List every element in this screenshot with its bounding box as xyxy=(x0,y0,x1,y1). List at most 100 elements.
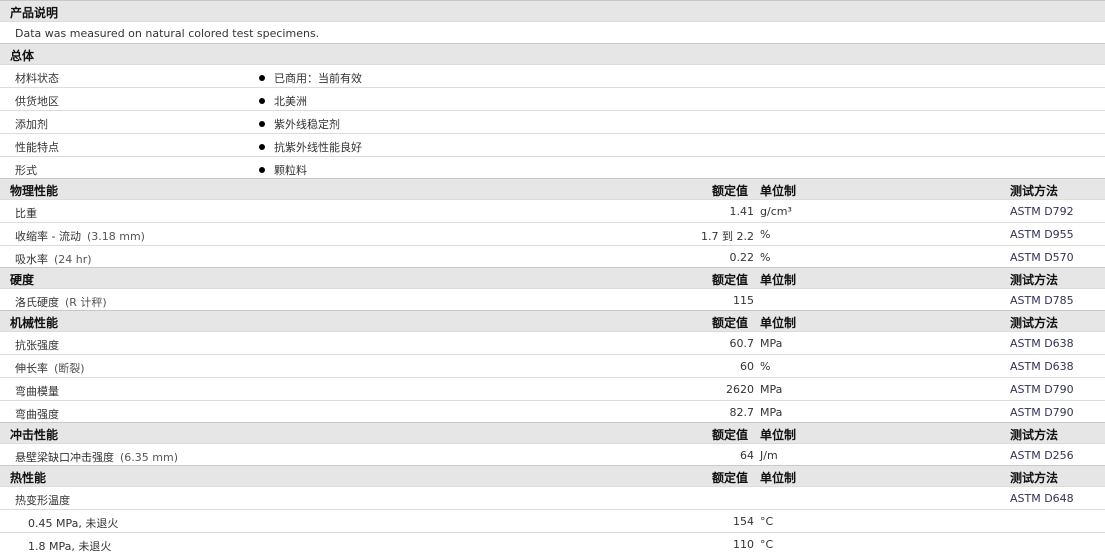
property-label: 热变形温度 xyxy=(15,494,70,507)
nominal-column-header: 额定值 xyxy=(712,316,749,330)
test-method: ASTM D790 xyxy=(1010,383,1074,396)
property-label: 抗张强度 xyxy=(15,339,59,352)
property-row: 热变形温度 ASTM D648 xyxy=(0,486,1105,509)
bullet-icon xyxy=(259,167,265,173)
section-title: 总体 xyxy=(10,49,35,63)
unit-value: % xyxy=(760,360,771,373)
property-row: 1.8 MPa, 未退火 110 °C xyxy=(0,532,1105,554)
unit-value: % xyxy=(760,251,771,264)
nominal-value: 110 xyxy=(733,538,754,551)
test-condition: (6.35 mm) xyxy=(120,451,179,464)
unit-value: MPa xyxy=(760,406,783,419)
property-label: 收缩率 - 流动 (3.18 mm) xyxy=(15,230,145,243)
property-value: 北美洲 xyxy=(259,93,307,109)
nominal-value: 60 xyxy=(740,360,754,373)
property-label: 形式 xyxy=(15,164,37,177)
unit-column-header: 单位制 xyxy=(760,428,797,442)
property-label: 性能特点 xyxy=(15,141,59,154)
nominal-value: 60.7 xyxy=(729,337,755,350)
bullet-icon xyxy=(259,121,265,127)
property-row: 吸水率 (24 hr) 0.22 % ASTM D570 xyxy=(0,245,1105,267)
nominal-column-header: 额定值 xyxy=(712,428,749,442)
general-header: 总体 xyxy=(0,43,1105,64)
property-label: 弯曲强度 xyxy=(15,408,59,421)
property-label: 吸水率 (24 hr) xyxy=(15,253,92,266)
unit-column-header: 单位制 xyxy=(760,273,797,287)
impact-header: 冲击性能 额定值 单位制 测试方法 xyxy=(0,422,1105,443)
property-label: 0.45 MPa, 未退火 xyxy=(28,517,119,530)
nominal-value: 82.7 xyxy=(729,406,755,419)
property-row: 比重 1.41 g/cm³ ASTM D792 xyxy=(0,199,1105,222)
nominal-column-header: 额定值 xyxy=(712,471,749,485)
section-title: 热性能 xyxy=(10,471,47,485)
method-column-header: 测试方法 xyxy=(1010,316,1059,330)
property-row: 洛氏硬度 (R 计秤) 115 ASTM D785 xyxy=(0,288,1105,310)
test-condition: (3.18 mm) xyxy=(86,230,145,243)
test-method: ASTM D785 xyxy=(1010,294,1074,307)
section-title: 冲击性能 xyxy=(10,428,59,442)
property-row: 0.45 MPa, 未退火 154 °C xyxy=(0,509,1105,532)
unit-value: MPa xyxy=(760,337,783,350)
unit-value: °C xyxy=(760,515,774,528)
property-row: 抗张强度 60.7 MPa ASTM D638 xyxy=(0,331,1105,354)
nominal-value: 1.41 xyxy=(729,205,755,218)
property-label: 洛氏硬度 (R 计秤) xyxy=(15,296,107,309)
section-title: 机械性能 xyxy=(10,316,59,330)
thermal-header: 热性能 额定值 单位制 测试方法 xyxy=(0,465,1105,486)
unit-column-header: 单位制 xyxy=(760,184,797,198)
bullet-icon xyxy=(259,75,265,81)
property-value: 颗粒料 xyxy=(259,162,307,178)
method-column-header: 测试方法 xyxy=(1010,428,1059,442)
general-row: 材料状态 已商用：当前有效 xyxy=(0,64,1105,87)
nominal-value: 0.22 xyxy=(729,251,755,264)
test-method: ASTM D638 xyxy=(1010,337,1074,350)
property-label: 材料状态 xyxy=(15,72,59,85)
unit-value: J/m xyxy=(760,449,778,462)
test-method: ASTM D256 xyxy=(1010,449,1074,462)
general-row: 供货地区 北美洲 xyxy=(0,87,1105,110)
test-condition: (R 计秤) xyxy=(65,296,107,309)
test-condition: (断裂) xyxy=(54,362,85,375)
nominal-column-header: 额定值 xyxy=(712,273,749,287)
general-row: 性能特点 抗紫外线性能良好 xyxy=(0,133,1105,156)
test-method: ASTM D955 xyxy=(1010,228,1074,241)
bullet-icon xyxy=(259,98,265,104)
unit-value: g/cm³ xyxy=(760,205,792,218)
property-label: 弯曲模量 xyxy=(15,385,59,398)
unit-value: MPa xyxy=(760,383,783,396)
property-row: 弯曲模量 2620 MPa ASTM D790 xyxy=(0,377,1105,400)
section-title: 硬度 xyxy=(10,273,35,287)
property-label: 供货地区 xyxy=(15,95,59,108)
general-row: 添加剂 紫外线稳定剂 xyxy=(0,110,1105,133)
nominal-column-header: 额定值 xyxy=(712,184,749,198)
test-method: ASTM D790 xyxy=(1010,406,1074,419)
product-description-header: 产品说明 xyxy=(0,0,1105,21)
test-method: ASTM D570 xyxy=(1010,251,1074,264)
property-row: 伸长率 (断裂) 60 % ASTM D638 xyxy=(0,354,1105,377)
product-note-row: Data was measured on natural colored tes… xyxy=(0,21,1105,43)
property-label: 悬壁梁缺口冲击强度 (6.35 mm) xyxy=(15,451,179,464)
property-row: 收缩率 - 流动 (3.18 mm) 1.7 到 2.2 % ASTM D955 xyxy=(0,222,1105,245)
property-value: 已商用：当前有效 xyxy=(259,70,362,86)
property-label: 比重 xyxy=(15,207,37,220)
general-row: 形式 颗粒料 xyxy=(0,156,1105,178)
property-value: 紫外线稳定剂 xyxy=(259,116,340,132)
mechanical-header: 机械性能 额定值 单位制 测试方法 xyxy=(0,310,1105,331)
unit-column-header: 单位制 xyxy=(760,316,797,330)
section-title: 产品说明 xyxy=(10,6,59,20)
property-label: 伸长率 (断裂) xyxy=(15,362,85,375)
unit-value: °C xyxy=(760,538,774,551)
property-row: 悬壁梁缺口冲击强度 (6.35 mm) 64 J/m ASTM D256 xyxy=(0,443,1105,465)
test-method: ASTM D648 xyxy=(1010,492,1074,505)
property-value: 抗紫外线性能良好 xyxy=(259,139,362,155)
property-row: 弯曲强度 82.7 MPa ASTM D790 xyxy=(0,400,1105,422)
hardness-header: 硬度 额定值 单位制 测试方法 xyxy=(0,267,1105,288)
physical-header: 物理性能 额定值 单位制 测试方法 xyxy=(0,178,1105,199)
method-column-header: 测试方法 xyxy=(1010,471,1059,485)
test-method: ASTM D792 xyxy=(1010,205,1074,218)
unit-column-header: 单位制 xyxy=(760,471,797,485)
nominal-value: 1.7 到 2.2 xyxy=(701,230,754,243)
nominal-value: 64 xyxy=(740,449,754,462)
unit-value: % xyxy=(760,228,771,241)
nominal-value: 115 xyxy=(733,294,754,307)
